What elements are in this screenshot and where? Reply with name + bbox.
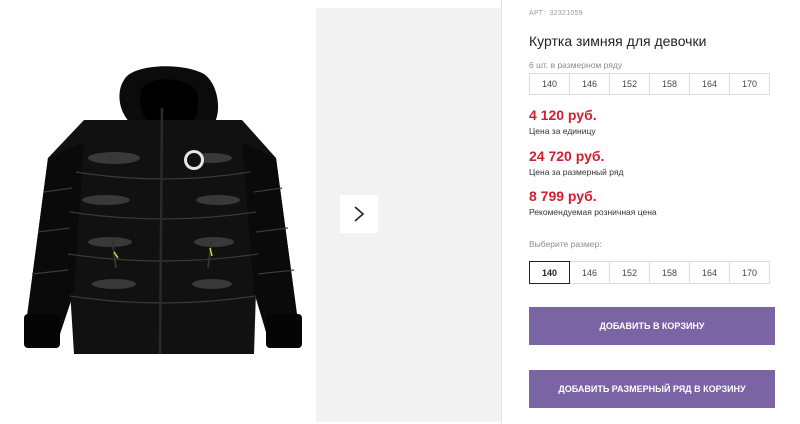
series-size-cell: 170 — [729, 73, 770, 95]
size-option-selected[interactable]: 140 — [529, 261, 570, 284]
article-label: АРТ: — [529, 10, 546, 17]
size-option[interactable]: 158 — [649, 261, 690, 284]
size-option[interactable]: 164 — [689, 261, 730, 284]
series-size-table: 140 146 152 158 164 170 — [529, 73, 770, 95]
size-option[interactable]: 146 — [569, 261, 610, 284]
chevron-right-icon — [354, 206, 365, 222]
product-title: Куртка зимняя для девочки — [529, 33, 707, 49]
add-to-cart-button[interactable]: Добавить в корзину — [529, 307, 775, 345]
series-size-cell: 158 — [649, 73, 690, 95]
series-price-label: Цена за размерный ряд — [529, 167, 624, 177]
series-price: 24 720 руб. — [529, 148, 605, 164]
panel-divider — [501, 0, 502, 424]
series-caption: 6 шт. в размерном ряду — [529, 60, 623, 70]
next-image-button[interactable] — [340, 195, 378, 233]
add-series-to-cart-button[interactable]: Добавить размерный ряд в корзину — [529, 370, 775, 408]
jacket-image — [24, 66, 302, 355]
size-select-caption: Выберите размер: — [529, 239, 602, 249]
unit-price: 4 120 руб. — [529, 107, 597, 123]
article-number: АРТ: 32321059 — [529, 10, 587, 17]
size-option[interactable]: 170 — [729, 261, 770, 284]
article-value: 32321059 — [549, 10, 583, 17]
retail-price: 8 799 руб. — [529, 188, 597, 204]
size-selector: 140 146 152 158 164 170 — [529, 261, 770, 284]
series-size-cell: 164 — [689, 73, 730, 95]
unit-price-label: Цена за единицу — [529, 126, 596, 136]
series-size-cell: 140 — [529, 73, 570, 95]
retail-price-label: Рекомендуемая розничная цена — [529, 207, 657, 217]
series-size-cell: 152 — [609, 73, 650, 95]
series-size-cell: 146 — [569, 73, 610, 95]
size-option[interactable]: 152 — [609, 261, 650, 284]
